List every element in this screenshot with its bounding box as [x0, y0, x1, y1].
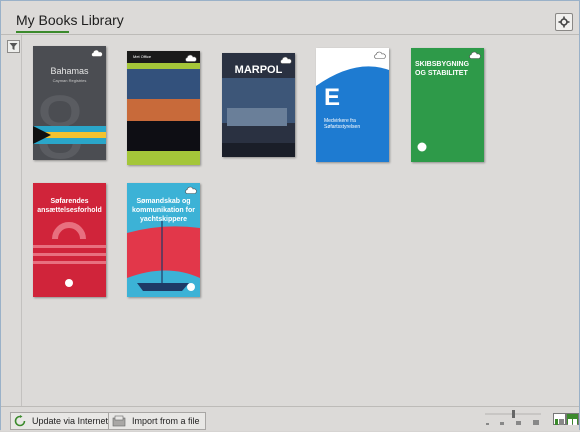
refresh-icon — [14, 415, 26, 427]
cloud-icon — [185, 186, 197, 194]
update-via-internet-button[interactable]: Update via Internet — [10, 412, 115, 430]
cloud-icon — [185, 54, 197, 62]
import-label: Import from a file — [132, 416, 200, 426]
book-e-medvirkere[interactable]: E Medvirkere fra Søfartsstyrelsen — [316, 48, 389, 162]
book-cover-art — [127, 51, 200, 165]
filter-button[interactable] — [7, 40, 20, 53]
book-title: SKIBSBYGNING OG STABILITET — [415, 61, 470, 77]
update-label: Update via Internet — [32, 416, 109, 426]
settings-button[interactable] — [555, 13, 573, 31]
book-title: MARPOL — [234, 64, 283, 76]
book-cover-art — [127, 221, 200, 291]
list-view-button[interactable] — [553, 413, 566, 425]
book-skibsbygning[interactable]: SKIBSBYGNING OG STABILITET — [411, 48, 484, 162]
book-title: Met Office — [133, 54, 152, 59]
tab-my-books[interactable]: My Books — [16, 12, 77, 28]
book-subtitle: Medvirkere fra Søfartsstyrelsen — [324, 118, 361, 130]
book-title: Bahamas — [50, 66, 89, 76]
cloud-icon — [469, 51, 481, 59]
grid-view-icon — [568, 419, 577, 425]
filter-icon — [9, 43, 18, 50]
list-view-icon — [555, 419, 564, 425]
gear-icon — [558, 16, 570, 28]
active-tab-indicator — [16, 31, 69, 33]
left-strip — [1, 35, 22, 407]
svg-text:8: 8 — [35, 78, 85, 160]
import-icon — [112, 415, 126, 427]
book-cover-art — [33, 222, 106, 287]
book-somandskab[interactable]: Sømandskab og kommunikation for yachtski… — [127, 183, 200, 297]
book-marpol[interactable]: MARPOL — [222, 53, 295, 157]
book-cover-art: 8 — [33, 78, 106, 160]
publisher-logo — [417, 142, 427, 152]
import-from-file-button[interactable]: Import from a file — [108, 412, 206, 430]
book-subtitle: Cayman Registries — [52, 78, 87, 83]
zoom-slider-track — [485, 410, 541, 425]
book-met-office[interactable]: Met Office — [127, 51, 200, 165]
grid-view-button[interactable] — [566, 413, 579, 425]
book-sofarendes[interactable]: Søfarendes ansættelsesforhold — [33, 183, 106, 297]
book-bahamas[interactable]: 8 Bahamas Cayman Registries — [33, 46, 106, 160]
top-bar: My Books Library — [1, 1, 579, 35]
zoom-slider[interactable] — [483, 409, 545, 427]
book-title: E — [324, 84, 341, 111]
cloud-icon — [374, 51, 386, 59]
tab-library[interactable]: Library — [81, 12, 124, 28]
cloud-icon — [280, 56, 292, 64]
